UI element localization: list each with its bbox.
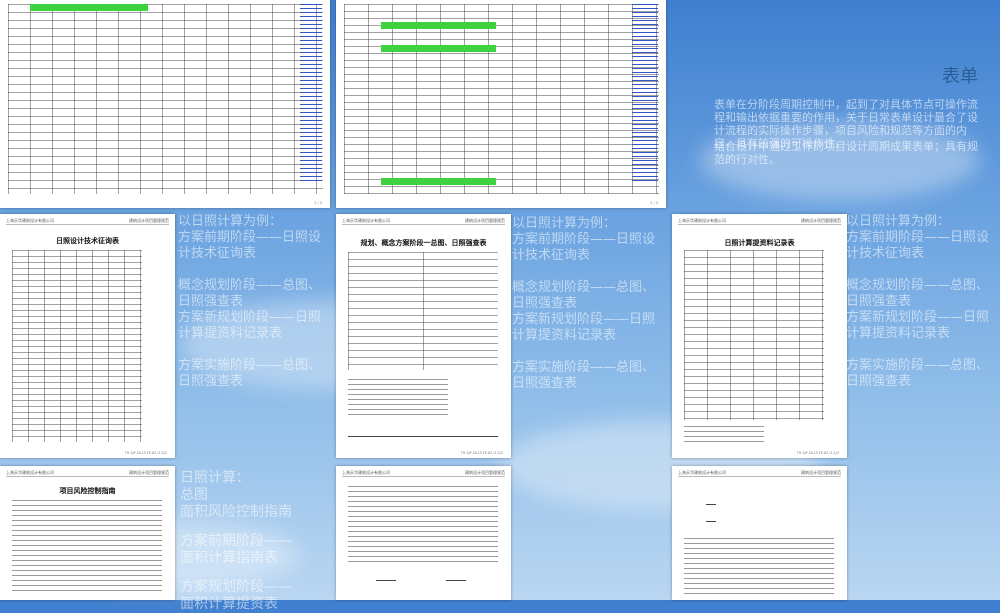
header-right: 建筑设计项目管理规范 <box>129 218 169 223</box>
overlay-line: 面积计算提资表 <box>180 596 278 612</box>
diagram-line <box>706 521 716 522</box>
header-left: 上海天华建筑设计有限公司 <box>6 470 54 475</box>
highlight-cell <box>381 45 496 52</box>
overlay-line: 面积计算指南表 <box>180 550 278 566</box>
overlay-text-block: 以日照计算为例： 方案前期阶段——日照设计技术征询表 概念规划阶段——总图、日照… <box>846 214 1000 390</box>
header-right: 建筑设计项目管理规范 <box>129 470 169 475</box>
overlay-line: 方案新规划阶段——日照计算提资料记录表 <box>846 310 990 341</box>
text-block <box>348 379 448 419</box>
overlay-line <box>178 342 328 358</box>
diagram-line <box>376 580 396 581</box>
text-block <box>684 538 834 596</box>
overlay-line <box>846 342 1000 358</box>
link-column <box>632 4 658 184</box>
diagram-line <box>446 580 466 581</box>
header-left: 上海天华建筑设计有限公司 <box>678 218 726 223</box>
panel-paragraph: 结合设计中通过工作的项目设计周期成果表单；具有规范的行对性。 <box>714 140 978 166</box>
header-left: 上海天华建筑设计有限公司 <box>342 470 390 475</box>
header-right: 建筑设计项目管理规范 <box>465 470 505 475</box>
page-header: 上海天华建筑设计有限公司 建筑设计项目管理规范 <box>342 218 505 225</box>
form-grid <box>348 252 498 370</box>
overlay-line: 以日照计算为例： <box>512 216 617 231</box>
overlay-line: 方案前期阶段——日照设计技术征询表 <box>512 232 656 263</box>
form-title: 规划、概念方案阶段一总图、日照强查表 <box>360 239 487 247</box>
page-header: 上海天华建筑设计有限公司 建筑设计项目管理规范 <box>6 470 169 477</box>
overlay-line: 总图 <box>180 487 208 503</box>
document-thumbnail[interactable]: 上海天华建筑设计有限公司 建筑设计项目管理规范 日照计算提资料记录表 TH-QP… <box>672 214 847 458</box>
header-right: 建筑设计项目管理规范 <box>465 218 505 223</box>
document-title: 项目风险控制指南 <box>59 487 116 495</box>
document-thumbnail[interactable]: 上海天华建筑设计有限公司 建筑设计项目管理规范 <box>336 466 511 600</box>
page-footer: TH-QP-2015-TE-B1-5.2/2 <box>460 451 503 455</box>
document-thumbnail[interactable]: 上海天华建筑设计有限公司 建筑设计项目管理规范 规划、概念方案阶段一总图、日照强… <box>336 214 511 458</box>
header-left: 上海天华建筑设计有限公司 <box>342 218 390 223</box>
overlay-line: 概念规划阶段——总图、日照强查表 <box>512 280 656 311</box>
overlay-line: 方案前期阶段——日照设计技术征询表 <box>178 230 322 261</box>
overlay-text-block: 以日照计算为例： 方案前期阶段——日照设计技术征询表 概念规划阶段——总图、日照… <box>512 216 664 392</box>
header-right: 建筑设计项目管理规范 <box>801 470 841 475</box>
table-grid <box>344 4 659 194</box>
page-header: 上海天华建筑设计有限公司 建筑设计项目管理规范 <box>6 218 169 225</box>
document-thumbnail[interactable]: 上海天华建筑设计有限公司 建筑设计项目管理规范 <box>672 466 847 600</box>
overlay-line: 方案规划阶段—— <box>180 579 292 595</box>
header-left: 上海天华建筑设计有限公司 <box>6 218 54 223</box>
overlay-line <box>512 264 664 280</box>
form-title: 日照设计技术征询表 <box>56 237 119 245</box>
overlay-line <box>178 262 328 278</box>
overlay-line: 概念规划阶段——总图、日照强查表 <box>178 278 322 309</box>
overlay-line: 面积风险控制指南 <box>180 504 292 520</box>
page-footer: 1 / 3 <box>314 201 322 205</box>
overlay-line: 方案实施阶段——总图、日照强查表 <box>846 358 990 389</box>
document-thumbnail[interactable]: 2 / 3 <box>336 0 666 208</box>
form-grid <box>684 250 824 420</box>
overlay-line: 方案前期阶段——日照设计技术征询表 <box>846 230 990 261</box>
signature-line <box>348 436 498 437</box>
overlay-text-block: 日照计算： 总图 面积风险控制指南 方案前期阶段—— 面积计算指南表 方案规划阶… <box>180 470 330 613</box>
info-panel: 表单 表单在分阶段周期控制中，起到了对具体节点可操作流程和输出依据重要的作用，关… <box>674 0 1000 208</box>
overlay-line: 方案实施阶段——总图、日照强查表 <box>512 360 656 391</box>
form-grid <box>12 250 142 442</box>
overlay-line: 方案新规划阶段——日照计算提资料记录表 <box>512 312 656 343</box>
overlay-line: 以日照计算为例： <box>178 214 283 229</box>
document-thumbnail[interactable]: 上海天华建筑设计有限公司 建筑设计项目管理规范 项目风险控制指南 <box>0 466 175 600</box>
header-right: 建筑设计项目管理规范 <box>801 218 841 223</box>
page-header: 上海天华建筑设计有限公司 建筑设计项目管理规范 <box>342 470 505 477</box>
overlay-text-block: 以日照计算为例： 方案前期阶段——日照设计技术征询表 概念规划阶段——总图、日照… <box>178 214 328 390</box>
text-block <box>348 486 498 566</box>
page-footer: 2 / 3 <box>650 201 658 205</box>
overlay-line <box>180 567 330 579</box>
overlay-line <box>846 262 1000 278</box>
form-title: 日照计算提资料记录表 <box>724 239 795 247</box>
panel-heading: 表单 <box>942 66 978 87</box>
page-header: 上海天华建筑设计有限公司 建筑设计项目管理规范 <box>678 218 841 225</box>
overlay-line: 概念规划阶段——总图、日照强查表 <box>846 278 990 309</box>
document-thumbnail[interactable]: 1 / 3 <box>0 0 330 208</box>
text-block <box>12 500 162 595</box>
page-footer: TH-QP-2015-TE-B1-5.2/3 <box>796 451 839 455</box>
text-block <box>684 426 764 442</box>
page-header: 上海天华建筑设计有限公司 建筑设计项目管理规范 <box>678 470 841 477</box>
highlight-cell <box>381 178 496 185</box>
link-column <box>300 4 322 184</box>
page-footer: TH-QP-2015-TE-B1-5.2/1 <box>124 451 167 455</box>
overlay-line: 日照计算： <box>180 470 250 486</box>
table-grid <box>8 4 323 194</box>
diagram-line <box>706 504 716 505</box>
overlay-line: 方案新规划阶段——日照计算提资料记录表 <box>178 310 322 341</box>
header-left: 上海天华建筑设计有限公司 <box>678 470 726 475</box>
highlight-cell <box>381 22 496 29</box>
highlight-cell <box>30 4 148 11</box>
document-thumbnail[interactable]: 上海天华建筑设计有限公司 建筑设计项目管理规范 日照设计技术征询表 TH-QP-… <box>0 214 175 458</box>
overlay-line: 方案实施阶段——总图、日照强查表 <box>178 358 322 389</box>
overlay-line: 方案前期阶段—— <box>180 533 292 549</box>
overlay-line <box>180 521 330 533</box>
overlay-line: 以日照计算为例： <box>846 214 951 229</box>
overlay-line <box>512 344 664 360</box>
